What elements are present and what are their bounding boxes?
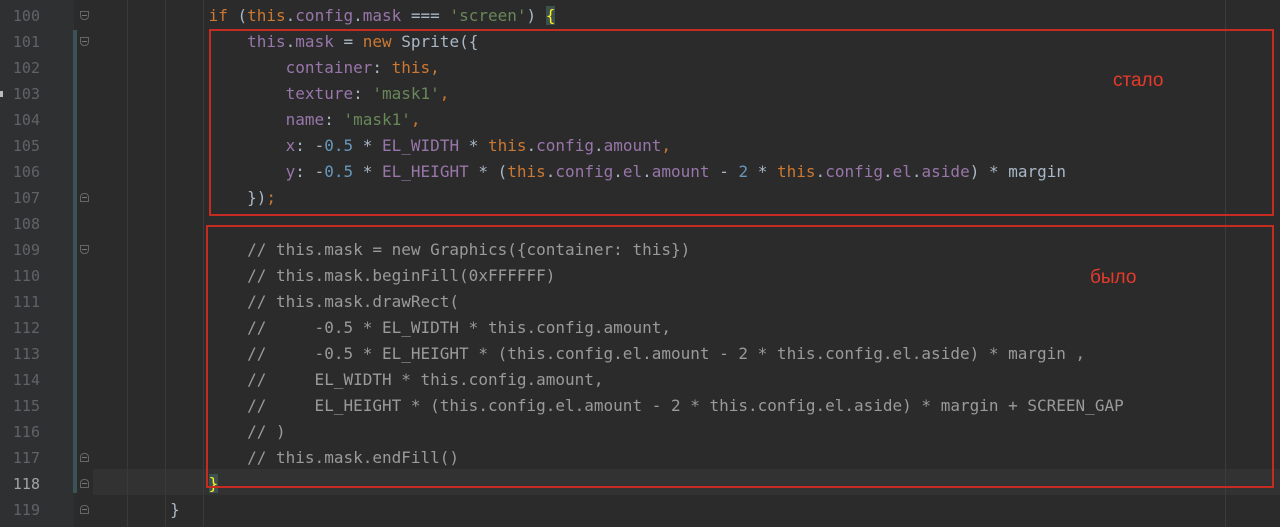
new-code-label: стало: [1113, 70, 1164, 91]
line-number: 110: [12, 267, 40, 285]
line-number: 112: [12, 319, 40, 337]
fold-toggle-icon[interactable]: [80, 245, 89, 254]
fold-toggle-icon[interactable]: [80, 37, 89, 46]
code-token: ===: [401, 6, 450, 25]
code-text[interactable]: }: [93, 471, 219, 497]
code-line[interactable]: 100 if (this.config.mask === 'screen') {: [0, 3, 1280, 29]
line-number: 118: [12, 475, 40, 493]
line-number: 103: [12, 85, 40, 103]
line-number: 109: [12, 241, 40, 259]
old-code-label: было: [1090, 267, 1137, 288]
line-number: 102: [12, 59, 40, 77]
line-number: 105: [12, 137, 40, 155]
line-number: 111: [12, 293, 40, 311]
code-editor[interactable]: 100 if (this.config.mask === 'screen') {…: [0, 0, 1280, 527]
fold-end-icon[interactable]: [80, 505, 89, 514]
code-token: if: [208, 6, 228, 25]
code-token: .: [285, 6, 296, 25]
line-number: 119: [12, 501, 40, 519]
code-text[interactable]: }: [93, 497, 180, 523]
line-number: 113: [12, 345, 40, 363]
code-token: this: [247, 6, 286, 25]
new-code-box: [209, 29, 1274, 216]
fold-end-icon[interactable]: [80, 193, 89, 202]
code-token: 'screen': [449, 6, 527, 25]
line-number: 115: [12, 397, 40, 415]
code-text[interactable]: if (this.config.mask === 'screen') {: [93, 3, 556, 29]
line-number: 104: [12, 111, 40, 129]
code-token: (: [227, 6, 248, 25]
line-number: 117: [12, 449, 40, 467]
fold-end-icon[interactable]: [80, 479, 89, 488]
old-code-box: [206, 225, 1274, 488]
fold-toggle-icon[interactable]: [80, 11, 89, 20]
line-number: 101: [12, 33, 40, 51]
line-number: 108: [12, 215, 40, 233]
matched-brace: {: [545, 6, 556, 25]
line-number: 116: [12, 423, 40, 441]
line-number: 100: [12, 7, 40, 25]
line-number: 106: [12, 163, 40, 181]
code-token: .: [353, 6, 363, 25]
code-token: mask: [362, 6, 402, 25]
fold-end-icon[interactable]: [80, 453, 89, 462]
code-line[interactable]: 119 }: [0, 497, 1280, 523]
code-token: ): [526, 6, 546, 25]
code-token: }: [170, 500, 180, 519]
line-number: 114: [12, 371, 40, 389]
code-token: config: [295, 6, 354, 25]
line-number: 107: [12, 189, 40, 207]
